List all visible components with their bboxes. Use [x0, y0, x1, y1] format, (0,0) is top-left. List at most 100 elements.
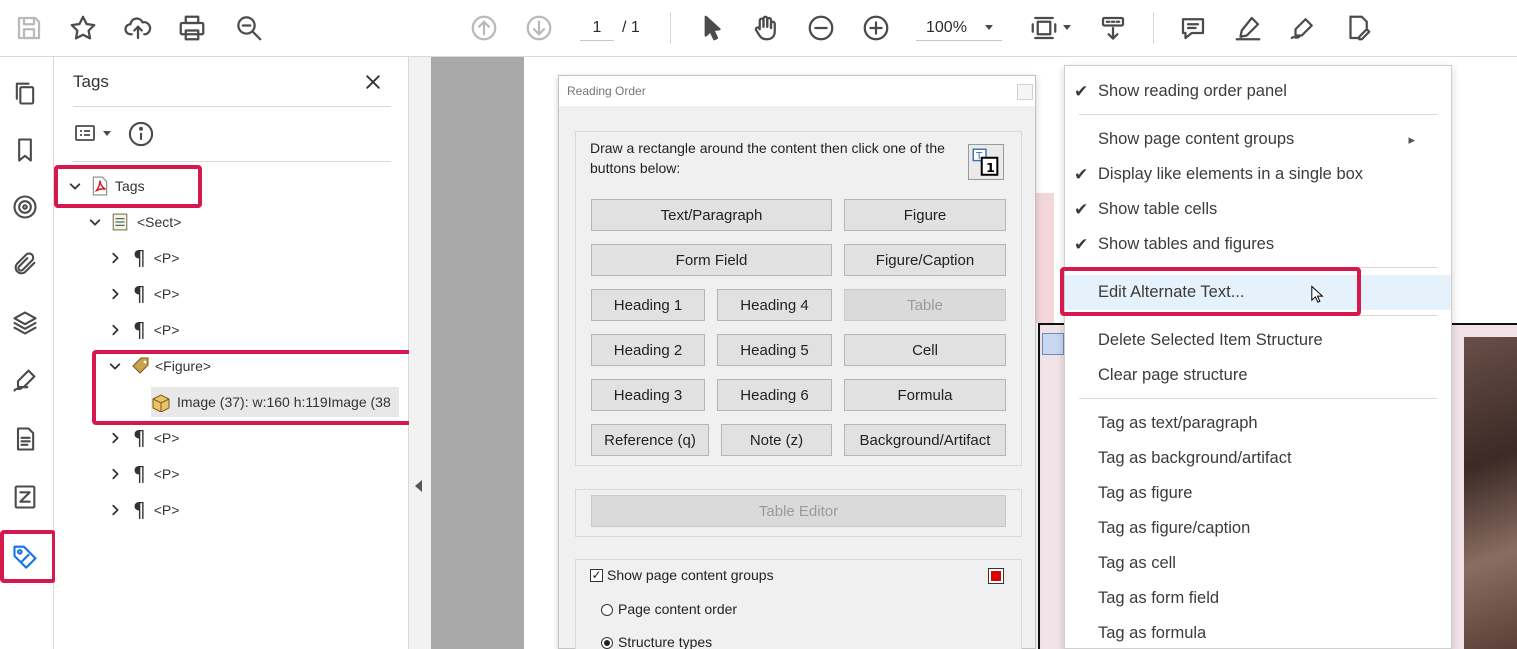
tree-item-p[interactable]: ¶ <P> — [107, 495, 179, 525]
comment-icon[interactable] — [1175, 10, 1211, 46]
scroll-mode-icon[interactable] — [1095, 10, 1131, 46]
menu-item-tag-as-text-paragraph[interactable]: Tag as text/paragraph — [1065, 406, 1451, 441]
print-icon[interactable] — [174, 10, 210, 46]
menu-item-show-tables-and-figures[interactable]: ✔ Show tables and figures — [1065, 227, 1451, 262]
figure-caption-button[interactable]: Figure/Caption — [844, 244, 1006, 276]
order-icon[interactable] — [9, 481, 41, 513]
chevron-down-icon[interactable] — [87, 214, 103, 230]
pages-icon[interactable] — [9, 77, 41, 109]
form-field-button[interactable]: Form Field — [591, 244, 832, 276]
star-icon[interactable] — [65, 10, 101, 46]
signature-icon[interactable] — [9, 364, 41, 396]
table-button[interactable]: Table — [844, 289, 1006, 321]
menu-item-edit-alternate-text[interactable]: Edit Alternate Text... — [1065, 275, 1451, 310]
heading-3-button[interactable]: Heading 3 — [591, 379, 705, 411]
attachment-icon[interactable] — [9, 248, 41, 280]
menu-item-show-table-cells[interactable]: ✔ Show table cells — [1065, 192, 1451, 227]
zoom-out-icon[interactable] — [803, 10, 839, 46]
heading-1-button[interactable]: Heading 1 — [591, 289, 705, 321]
tree-item-sect[interactable]: <Sect> — [87, 207, 181, 237]
save-icon[interactable] — [11, 10, 47, 46]
chevron-right-icon[interactable] — [107, 250, 123, 266]
reading-order-dialog: Reading Order Draw a rectangle around th… — [558, 75, 1036, 649]
panel-splitter[interactable] — [409, 57, 431, 649]
menu-item-tag-as-form-field[interactable]: Tag as form field — [1065, 581, 1451, 616]
layers-icon[interactable] — [9, 307, 41, 339]
next-page-icon[interactable] — [521, 10, 557, 46]
tree-item-tags-root[interactable]: Tags — [67, 171, 145, 201]
menu-item-clear-page-structure[interactable]: Clear page structure — [1065, 358, 1451, 393]
chevron-right-icon[interactable] — [107, 466, 123, 482]
hand-icon[interactable] — [748, 10, 784, 46]
chevron-down-icon[interactable] — [1063, 25, 1071, 30]
chevron-down-icon[interactable] — [67, 178, 83, 194]
chevron-right-icon[interactable] — [107, 286, 123, 302]
menu-item-label: Tag as figure — [1098, 484, 1193, 502]
menu-item-label: Show table cells — [1098, 200, 1218, 218]
section-icon — [112, 213, 128, 231]
tree-item-p[interactable]: ¶ <P> — [107, 279, 179, 309]
menu-item-tag-as-background-artifact[interactable]: Tag as background/artifact — [1065, 441, 1451, 476]
menu-item-tag-as-cell[interactable]: Tag as cell — [1065, 546, 1451, 581]
menu-item-tag-as-formula[interactable]: Tag as formula — [1065, 616, 1451, 649]
heading-6-button[interactable]: Heading 6 — [717, 379, 832, 411]
tree-label: <P> — [153, 322, 180, 338]
image-box-icon — [152, 394, 170, 412]
zoom-in-icon[interactable] — [858, 10, 894, 46]
info-icon[interactable] — [127, 120, 155, 148]
bookmark-icon[interactable] — [9, 134, 41, 166]
figure-button[interactable]: Figure — [844, 199, 1006, 231]
heading-4-button[interactable]: Heading 4 — [717, 289, 832, 321]
zoom-search-icon[interactable] — [231, 10, 267, 46]
formula-button[interactable]: Formula — [844, 379, 1006, 411]
touch-up-icon[interactable]: T1 — [968, 144, 1004, 180]
tree-item-p[interactable]: ¶ <P> — [107, 423, 179, 453]
note-button[interactable]: Note (z) — [721, 424, 832, 456]
chevron-right-icon[interactable] — [107, 502, 123, 518]
cell-button[interactable]: Cell — [844, 334, 1006, 366]
group-color-swatch[interactable] — [988, 568, 1004, 584]
tag-icon[interactable] — [9, 540, 41, 572]
heading-5-button[interactable]: Heading 5 — [717, 334, 832, 366]
tree-item-p[interactable]: ¶ <P> — [107, 315, 179, 345]
highlight-pen-icon[interactable] — [1230, 10, 1266, 46]
cloud-upload-icon[interactable] — [120, 10, 156, 46]
page-number-input[interactable]: 1 — [580, 15, 614, 41]
table-editor-button[interactable]: Table Editor — [591, 495, 1006, 527]
sign-icon[interactable] — [1285, 10, 1321, 46]
chevron-down-icon[interactable] — [107, 358, 123, 374]
prev-page-icon[interactable] — [466, 10, 502, 46]
menu-item-delete-selected-structure[interactable]: Delete Selected Item Structure — [1065, 323, 1451, 358]
menu-item-label: Tag as figure/caption — [1098, 519, 1251, 537]
tree-item-p[interactable]: ¶ <P> — [107, 243, 179, 273]
collapse-panel-icon[interactable] — [415, 480, 422, 492]
heading-2-button[interactable]: Heading 2 — [591, 334, 705, 366]
chevron-right-icon[interactable] — [107, 322, 123, 338]
radio-structure-types[interactable] — [601, 637, 613, 649]
tree-item-figure[interactable]: <Figure> — [107, 351, 211, 381]
options-menu-button[interactable] — [73, 120, 115, 146]
text-paragraph-button[interactable]: Text/Paragraph — [591, 199, 832, 231]
background-artifact-button[interactable]: Background/Artifact — [844, 424, 1006, 456]
select-arrow-icon[interactable] — [694, 10, 730, 46]
fit-page-icon[interactable] — [1026, 10, 1062, 46]
close-icon[interactable] — [360, 69, 386, 95]
tag-label-icon — [132, 357, 149, 374]
target-icon[interactable] — [9, 191, 41, 223]
radio-page-content-order[interactable] — [601, 604, 613, 616]
redact-icon[interactable] — [1340, 10, 1376, 46]
display-options-group: ✓ Show page content groups Page content … — [575, 559, 1022, 649]
menu-item-tag-as-figure-caption[interactable]: Tag as figure/caption — [1065, 511, 1451, 546]
menu-item-tag-as-figure[interactable]: Tag as figure — [1065, 476, 1451, 511]
menu-item-show-page-content-groups[interactable]: Show page content groups ▸ — [1065, 122, 1451, 157]
document-icon[interactable] — [9, 423, 41, 455]
show-groups-checkbox[interactable]: ✓ — [590, 569, 603, 582]
tree-item-p[interactable]: ¶ <P> — [107, 459, 179, 489]
tree-item-image[interactable]: Image (37): w:160 h:119Image (38 — [151, 387, 399, 417]
menu-item-display-like-elements[interactable]: ✔ Display like elements in a single box — [1065, 157, 1451, 192]
reference-button[interactable]: Reference (q) — [591, 424, 709, 456]
close-icon[interactable] — [1017, 84, 1033, 100]
menu-item-show-reading-order-panel[interactable]: ✔ Show reading order panel — [1065, 74, 1451, 109]
tree-label: <P> — [153, 430, 180, 446]
chevron-right-icon[interactable] — [107, 430, 123, 446]
